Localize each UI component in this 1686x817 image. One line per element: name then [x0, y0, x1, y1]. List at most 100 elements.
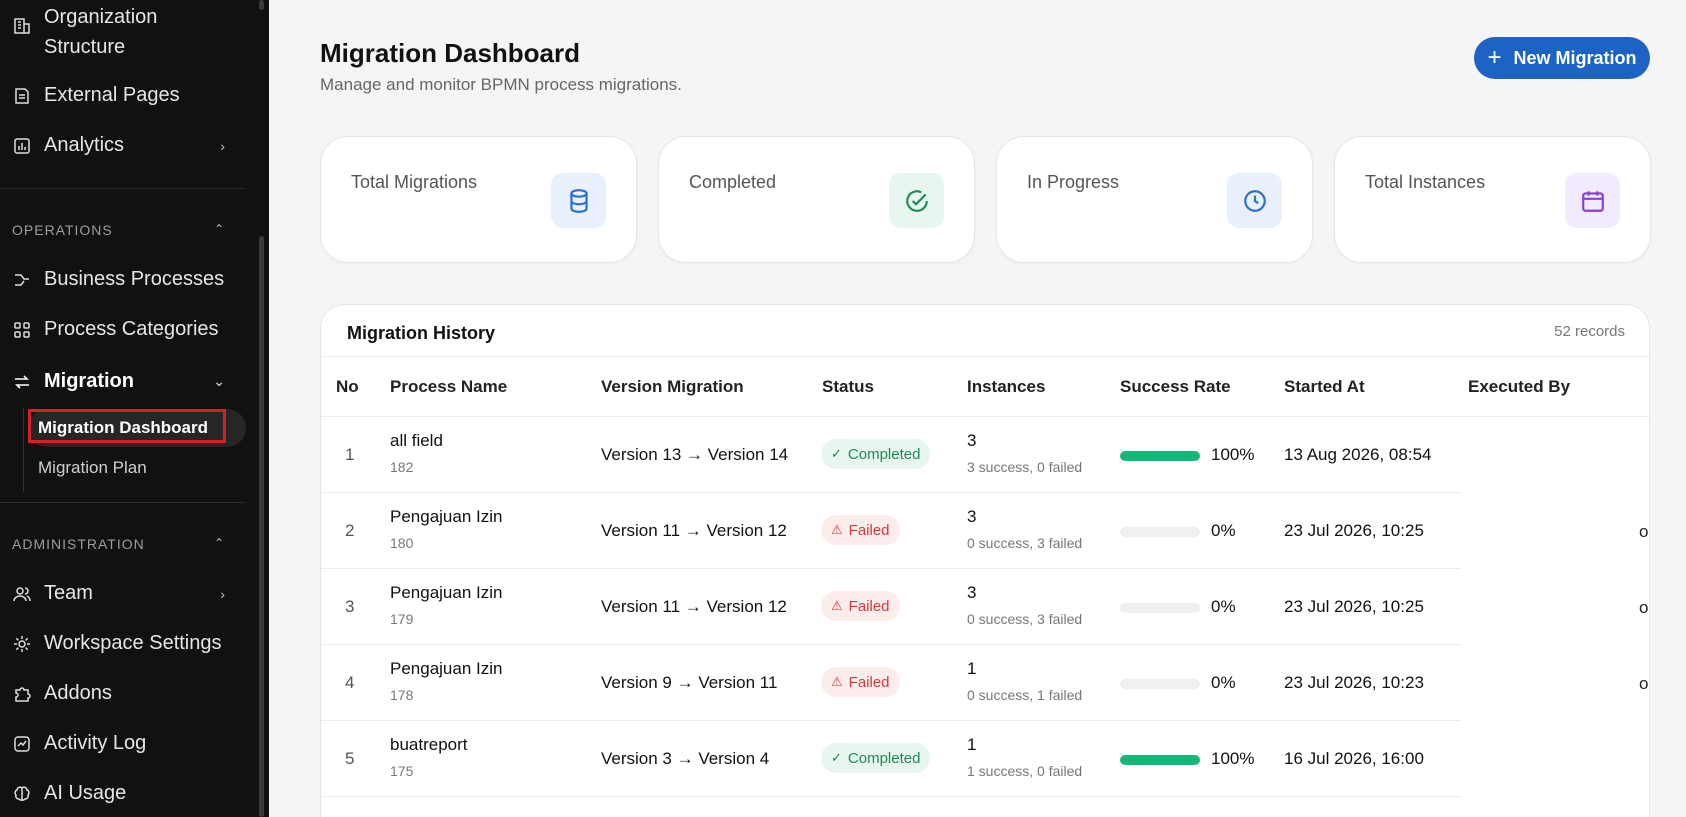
section-operations[interactable]: OPERATIONS ⌃: [12, 222, 237, 238]
chevron-up-icon: ⌃: [213, 536, 225, 550]
started-at: 16 Jul 2026, 16:00: [1284, 749, 1424, 768]
col-header-success-rate[interactable]: Success Rate: [1120, 377, 1231, 397]
success-rate-bar: [1120, 755, 1200, 765]
success-rate-fill: [1120, 755, 1200, 765]
success-rate-bar: [1120, 679, 1200, 689]
success-rate-bar: [1120, 603, 1200, 613]
version-migration: Version 11 → Version 12: [601, 521, 787, 540]
page-subtitle: Manage and monitor BPMN process migratio…: [320, 75, 682, 94]
sidebar-item-business-processes[interactable]: Business Processes: [12, 268, 237, 291]
status-badge: ⚠ Failed: [821, 591, 900, 621]
process-name: Pengajuan Izin: [390, 507, 503, 526]
success-rate: 100%: [1211, 445, 1255, 464]
sidebar-subitem-migration-dashboard[interactable]: Migration Dashboard: [28, 409, 246, 447]
success-rate: 0%: [1211, 521, 1236, 540]
started-at: 23 Jul 2026, 10:25: [1284, 597, 1424, 616]
col-header-status[interactable]: Status: [822, 377, 874, 397]
building-icon: [12, 16, 32, 36]
status-label: Completed: [847, 445, 921, 463]
table-row[interactable]: 3 Pengajuan Izin 179 Version 11 → Versio…: [321, 569, 1461, 645]
table-row[interactable]: 4 Pengajuan Izin 178 Version 9 → Version…: [321, 645, 1461, 721]
process-id: 178: [390, 687, 414, 703]
status-badge: ⚠ Failed: [821, 515, 900, 545]
status-label: Failed: [848, 597, 890, 615]
instances-count: 1: [967, 659, 977, 678]
success-rate-fill: [1120, 451, 1200, 461]
new-migration-button[interactable]: + New Migration: [1474, 37, 1650, 79]
status-badge: ✓ Completed: [821, 743, 931, 773]
chevron-right-icon: ›: [220, 137, 225, 154]
check-circle-icon: ✓: [831, 446, 842, 461]
stat-label: Total Instances: [1365, 172, 1486, 192]
sidebar-item-organization-structure[interactable]: Organization Structure: [12, 2, 237, 62]
sidebar-scrollbar[interactable]: [259, 236, 264, 817]
sidebar-item-label: Business Processes: [44, 268, 225, 290]
success-rate-bar: [1120, 451, 1200, 461]
clock-icon: [1227, 173, 1282, 228]
sidebar-item-label: Team: [44, 582, 93, 604]
sidebar-scrollbar-top[interactable]: [259, 0, 264, 10]
status-label: Failed: [848, 673, 890, 691]
sidebar-item-addons[interactable]: Addons: [12, 682, 237, 705]
success-rate: 0%: [1211, 597, 1236, 616]
instances-detail: 0 success, 3 failed: [967, 535, 1083, 551]
table-row[interactable]: 5 buatreport 175 Version 3 → Version 4 ✓…: [321, 721, 1461, 797]
instances-count: 3: [967, 431, 977, 450]
status-label: Failed: [848, 521, 890, 539]
page-icon: [12, 86, 32, 106]
sidebar-item-label: Organization Structure: [44, 6, 158, 58]
version-migration: Version 3 → Version 4: [601, 749, 770, 768]
process-id: 180: [390, 535, 414, 551]
check-circle-icon: [889, 173, 944, 228]
sidebar-item-workspace-settings[interactable]: Workspace Settings: [12, 632, 237, 655]
executed-by-clipped: o: [1639, 598, 1649, 617]
plus-icon: +: [1487, 44, 1502, 71]
executed-by-clipped: o: [1639, 522, 1649, 541]
table-row[interactable]: 1 all field 182 Version 13 → Version 14 …: [321, 417, 1461, 493]
history-divider: [321, 356, 1649, 357]
warning-icon: ⚠: [831, 522, 843, 537]
process-name: Pengajuan Izin: [390, 583, 503, 602]
col-header-process-name[interactable]: Process Name: [390, 377, 507, 397]
sidebar-item-label: Workspace Settings: [44, 632, 222, 654]
calendar-icon: [1565, 173, 1620, 228]
sidebar-item-team[interactable]: Team ›: [12, 582, 237, 605]
sidebar-item-label: Activity Log: [44, 732, 147, 754]
section-administration[interactable]: ADMINISTRATION ⌃: [12, 536, 237, 552]
sidebar-item-activity-log[interactable]: Activity Log: [12, 732, 237, 755]
table-row[interactable]: 2 Pengajuan Izin 180 Version 11 → Versio…: [321, 493, 1461, 569]
instances-detail: 1 success, 0 failed: [967, 763, 1083, 779]
process-id: 175: [390, 763, 414, 779]
instances-count: 3: [967, 583, 977, 602]
started-at: 13 Aug 2026, 08:54: [1284, 445, 1432, 464]
sidebar-item-label: Analytics: [44, 134, 125, 156]
sidebar-item-label: Process Categories: [44, 318, 219, 340]
sidebar-item-external-pages[interactable]: External Pages: [12, 84, 237, 107]
col-header-executed-by[interactable]: Executed By: [1468, 377, 1570, 397]
col-header-no[interactable]: No: [336, 377, 359, 397]
instances-detail: 3 success, 0 failed: [967, 459, 1083, 475]
sidebar-item-process-categories[interactable]: Process Categories: [12, 318, 237, 341]
history-title: Migration History: [347, 323, 496, 343]
sidebar-item-ai-usage[interactable]: AI Usage: [12, 782, 237, 805]
started-at: 23 Jul 2026, 10:25: [1284, 521, 1424, 540]
warning-icon: ⚠: [831, 598, 843, 613]
chart-icon: [12, 136, 32, 156]
col-header-version-migration[interactable]: Version Migration: [601, 377, 744, 397]
section-operations-label: OPERATIONS: [12, 222, 113, 238]
col-header-started-at[interactable]: Started At: [1284, 377, 1365, 397]
stat-card-total-migrations: Total Migrations: [320, 136, 637, 263]
sidebar-item-migration[interactable]: Migration ⌄: [12, 370, 237, 393]
stat-card-completed: Completed: [658, 136, 975, 263]
sidebar-subitem-migration-plan[interactable]: Migration Plan: [28, 449, 246, 487]
sidebar-divider: [0, 502, 245, 503]
stat-label: In Progress: [1027, 172, 1120, 192]
sidebar-item-analytics[interactable]: Analytics ›: [12, 134, 237, 157]
stat-card-total-instances: Total Instances: [1334, 136, 1651, 263]
stat-label: Completed: [689, 172, 777, 192]
row-number: 3: [345, 597, 355, 616]
migrate-icon: [12, 372, 32, 392]
col-header-instances[interactable]: Instances: [967, 377, 1045, 397]
row-number: 2: [345, 521, 355, 540]
history-record-count: 52 records: [1554, 323, 1625, 340]
